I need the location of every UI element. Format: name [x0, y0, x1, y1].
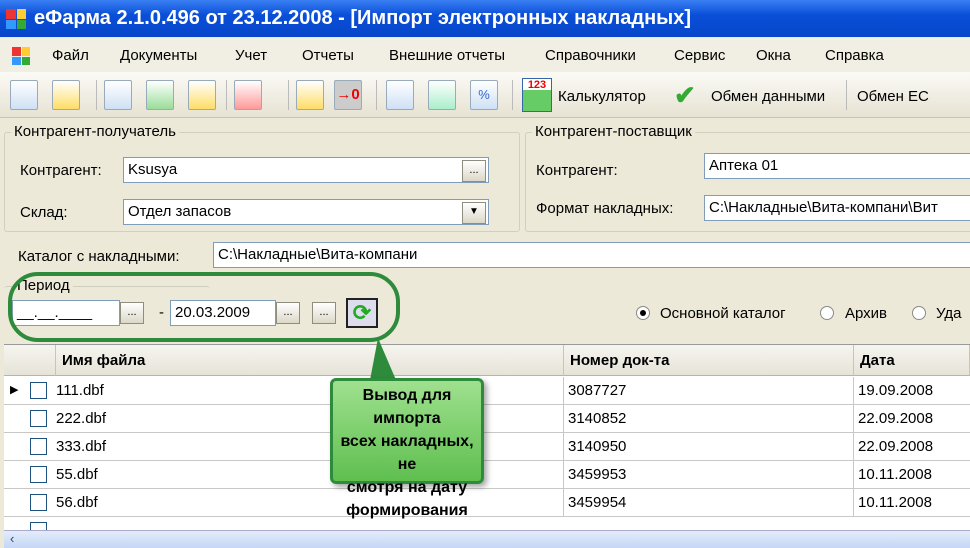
supplier-group: Контрагент-поставщик Контрагент: Аптека … — [525, 123, 970, 232]
check-icon: ✔ — [674, 80, 696, 110]
catalog-label: Каталог с накладными: — [18, 248, 180, 265]
cell-date: 22.09.2008 — [858, 438, 934, 455]
exchange-ec-button[interactable]: Обмен ЕС — [857, 88, 929, 105]
app-icon — [6, 9, 26, 29]
row-checkbox[interactable] — [30, 494, 47, 511]
recipient-group: Контрагент-получатель Контрагент: Ksusya… — [4, 123, 520, 232]
menu-bar: Файл Документы Учет Отчеты Внешние отчет… — [0, 38, 970, 72]
radio-main-catalog[interactable] — [636, 306, 650, 320]
move-icon[interactable] — [52, 80, 80, 110]
cell-date: 22.09.2008 — [858, 410, 934, 427]
cell-filename: 56.dbf — [52, 489, 564, 517]
window-title: еФарма 2.1.0.496 от 23.12.2008 - [Импорт… — [34, 7, 692, 29]
chevron-down-icon[interactable]: ▼ — [462, 202, 486, 224]
row-checkbox[interactable] — [30, 382, 47, 399]
percent-icon[interactable]: % — [470, 80, 498, 110]
menu-references[interactable]: Справочники — [545, 47, 636, 64]
format-input[interactable]: C:\Накладные\Вита-компани\Вит — [704, 195, 970, 221]
callout-line: Вывод для импорта — [362, 387, 452, 427]
menu-accounting[interactable]: Учет — [235, 47, 267, 64]
radio-main-catalog-label[interactable]: Основной каталог — [660, 305, 786, 322]
cell-docnum: 3459953 — [564, 461, 854, 489]
cell-date: 10.11.2008 — [858, 466, 932, 483]
radio-archive-label[interactable]: Архив — [845, 305, 887, 322]
annotation-callout: Вывод для импорта всех накладных, не смо… — [330, 378, 484, 519]
title-bar: еФарма 2.1.0.496 от 23.12.2008 - [Импорт… — [0, 0, 970, 37]
menu-reports[interactable]: Отчеты — [302, 47, 354, 64]
recipient-contractor-input[interactable]: Ksusya — [123, 157, 489, 183]
column-header-date[interactable]: Дата — [854, 345, 970, 376]
row-checkbox[interactable] — [30, 410, 47, 427]
cell-docnum: 3140950 — [564, 433, 854, 461]
row-header-corner — [4, 345, 56, 376]
menu-windows[interactable]: Окна — [756, 47, 791, 64]
menu-file[interactable]: Файл — [52, 47, 89, 64]
cell-date: 10.11.2008 — [858, 494, 932, 511]
scroll-left-icon[interactable]: ‹ — [10, 531, 14, 546]
cash-register-icon[interactable] — [386, 80, 414, 110]
row-checkbox[interactable] — [30, 466, 47, 483]
exchange-icon[interactable] — [146, 80, 174, 110]
files-grid: Имя файла Номер док-та Дата ▶ 111.dbf 3087… — [4, 344, 970, 545]
table-row[interactable]: 56.dbf 3459954 10.11.2008 — [4, 489, 970, 517]
warehouse-select[interactable]: Отдел запасов — [123, 199, 489, 225]
radio-deleted-label[interactable]: Уда — [936, 305, 961, 322]
callout-line: смотря на дату — [346, 479, 468, 496]
table-row[interactable]: 55.dbf 3459953 10.11.2008 — [4, 461, 970, 489]
box-icon[interactable] — [296, 80, 324, 110]
menu-help[interactable]: Справка — [825, 47, 884, 64]
printer-icon[interactable] — [428, 80, 456, 110]
cell-filename: 222.dbf — [52, 405, 564, 433]
recipient-legend: Контрагент-получатель — [11, 123, 179, 140]
toolbar: →0 % 123 Калькулятор ✔ Обмен данными Обм… — [0, 72, 970, 118]
cell-docnum: 3140852 — [564, 405, 854, 433]
recipient-contractor-label: Контрагент: — [20, 162, 102, 179]
supplier-contractor-input[interactable]: Аптека 01 — [704, 153, 970, 179]
row-checkbox[interactable] — [30, 438, 47, 455]
menu-documents[interactable]: Документы — [120, 47, 197, 64]
cell-filename: 333.dbf — [52, 433, 564, 461]
cell-filename: 55.dbf — [52, 461, 564, 489]
stop-icon[interactable] — [234, 80, 262, 110]
calculator-icon[interactable]: 123 — [522, 78, 552, 112]
callout-pointer — [370, 338, 396, 380]
column-header-docnum[interactable]: Номер док-та — [564, 345, 854, 376]
cell-docnum: 3087727 — [564, 377, 854, 405]
mdi-icon[interactable] — [12, 47, 30, 65]
exchange-data-button[interactable]: Обмен данными — [711, 88, 825, 105]
supplier-contractor-label: Контрагент: — [536, 162, 618, 179]
callout-line: формирования — [346, 502, 468, 519]
horizontal-scrollbar[interactable]: ‹ — [4, 530, 970, 548]
annotation-oval — [8, 272, 400, 342]
cell-date: 19.09.2008 — [858, 382, 934, 399]
return-document-icon[interactable] — [104, 80, 132, 110]
table-row[interactable]: 333.dbf 3140950 22.09.2008 — [4, 433, 970, 461]
menu-external-reports[interactable]: Внешние отчеты — [389, 47, 505, 64]
radio-archive[interactable] — [820, 306, 834, 320]
table-row[interactable]: ▶ 111.dbf 3087727 19.09.2008 — [4, 377, 970, 405]
cell-filename: 111.dbf — [52, 377, 564, 405]
current-row-icon: ▶ — [10, 384, 19, 396]
supplier-legend: Контрагент-поставщик — [532, 123, 695, 140]
catalog-input[interactable]: C:\Накладные\Вита-компани — [213, 242, 970, 268]
table-row[interactable]: 222.dbf 3140852 22.09.2008 — [4, 405, 970, 433]
radio-deleted[interactable] — [912, 306, 926, 320]
cell-docnum: 3459954 — [564, 489, 854, 517]
group-icon[interactable] — [188, 80, 216, 110]
calculator-button[interactable]: Калькулятор — [558, 88, 646, 105]
menu-service[interactable]: Сервис — [674, 47, 725, 64]
format-label: Формат накладных: — [536, 200, 674, 217]
callout-line: всех накладных, не — [340, 433, 474, 473]
column-header-filename[interactable]: Имя файла — [56, 345, 564, 376]
warehouse-label: Склад: — [20, 204, 68, 221]
zero-balance-icon[interactable]: →0 — [334, 80, 362, 110]
recipient-contractor-browse-button[interactable]: ... — [462, 160, 486, 182]
new-document-icon[interactable] — [10, 80, 38, 110]
